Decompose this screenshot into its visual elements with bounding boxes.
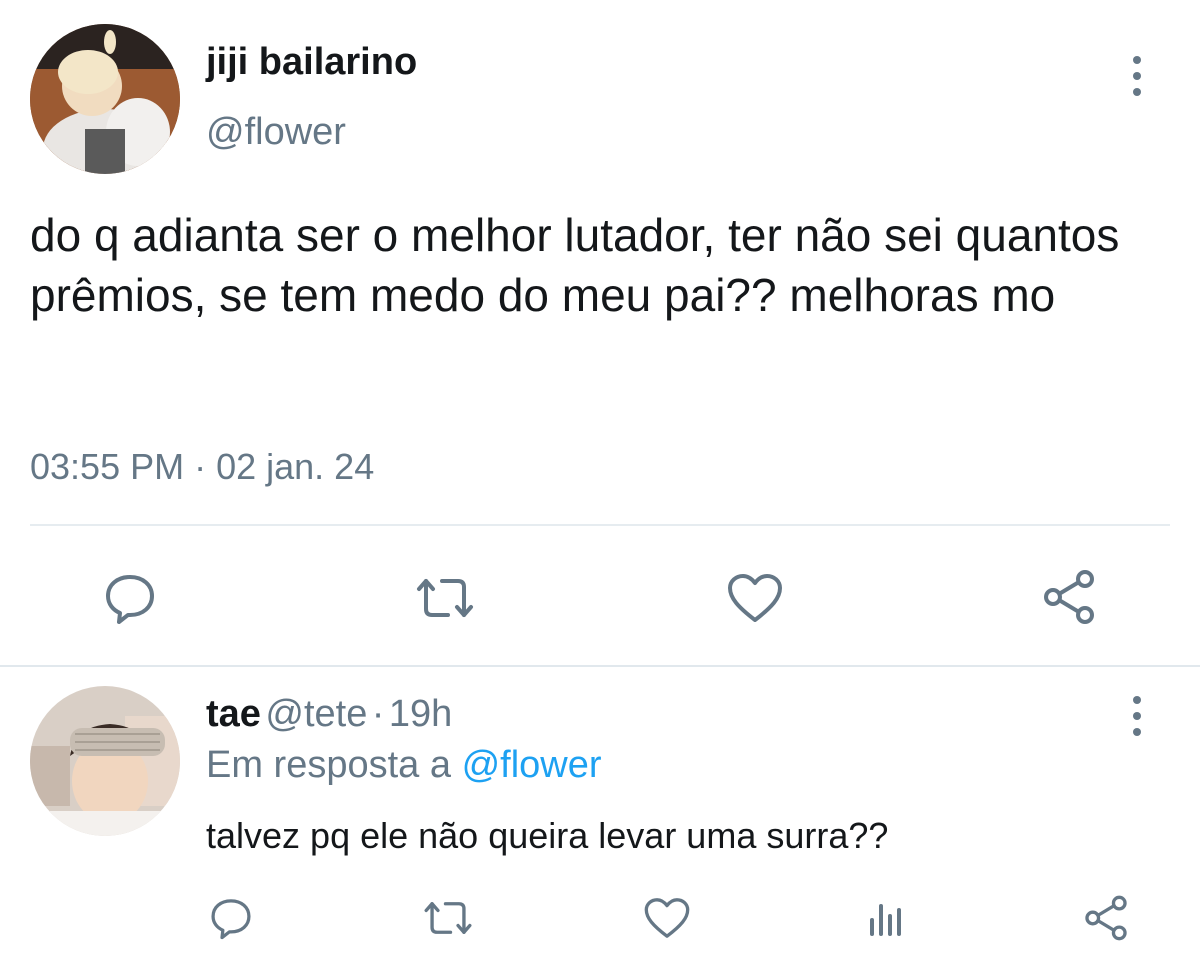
retweet-button[interactable] [410, 570, 480, 626]
share-icon [1085, 895, 1127, 941]
divider [30, 524, 1170, 526]
tweet-text: do q adianta ser o melhor lutador, ter n… [30, 209, 1120, 321]
like-button[interactable] [724, 570, 786, 626]
retweet-icon [417, 579, 473, 617]
share-button[interactable] [1038, 566, 1100, 628]
reply-header: tae @tete · 19h [206, 695, 452, 733]
reply-analytics-button[interactable] [862, 894, 910, 942]
like-icon [728, 574, 782, 622]
share-icon [1044, 570, 1094, 624]
reply-like-button[interactable] [640, 894, 694, 942]
retweet-icon [424, 902, 472, 934]
author-avatar[interactable] [30, 24, 180, 174]
author-handle[interactable]: @flower [206, 113, 346, 151]
reply-more-options-icon[interactable] [1132, 696, 1142, 736]
author-name[interactable]: jiji bailarino [206, 43, 417, 81]
tweet-timestamp[interactable]: 03:55 PM · 02 jan. 24 [30, 449, 374, 485]
in-reply-to-handle[interactable]: @flower [462, 744, 602, 786]
analytics-icon [870, 904, 901, 936]
section-divider [0, 665, 1200, 667]
in-reply-to: Em resposta a @flower [206, 746, 602, 784]
reply-text: talvez pq ele não queira levar uma surra… [206, 815, 889, 856]
reply-icon [211, 899, 251, 940]
reply-author-avatar[interactable] [30, 686, 180, 836]
reply-author-name[interactable]: tae [206, 693, 261, 735]
tweet-detail-page: jiji bailarino @flower do q adianta ser … [0, 0, 1200, 968]
in-reply-to-prefix: Em resposta a [206, 744, 451, 786]
like-icon [644, 898, 690, 938]
reply-share-button[interactable] [1080, 892, 1132, 944]
reply-author-handle[interactable]: @tete [265, 693, 367, 735]
reply-retweet-button[interactable] [420, 894, 476, 942]
reply-age[interactable]: 19h [389, 693, 452, 735]
reply-separator: · [371, 693, 385, 735]
reply-icon [106, 575, 154, 624]
more-options-icon[interactable] [1132, 56, 1142, 96]
reply-button[interactable] [100, 570, 160, 626]
reply-reply-button[interactable] [206, 894, 256, 942]
